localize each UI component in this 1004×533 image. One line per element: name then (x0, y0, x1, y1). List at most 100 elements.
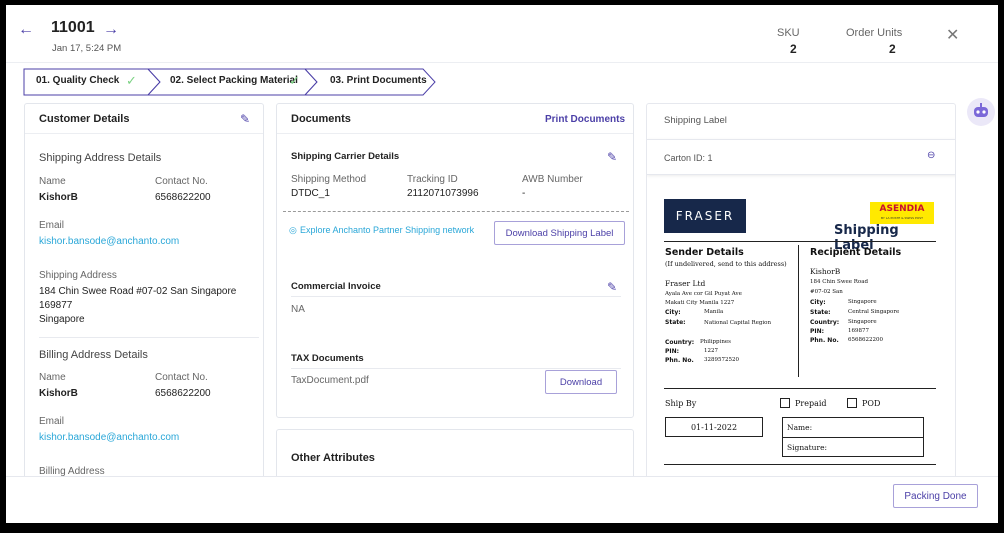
email-label: Email (39, 220, 65, 231)
shipping-address-label: Shipping Address (39, 270, 117, 281)
sign-box-rule (783, 437, 923, 438)
step-print-documents[interactable]: 03. Print Documents (330, 75, 427, 86)
sender-country-label: Country: (665, 339, 695, 346)
contact-label: Contact No. (155, 176, 208, 187)
recipient-phone-label: Phn. No. (810, 337, 839, 344)
checkmark-icon: ✓ (126, 73, 137, 88)
edit-icon[interactable]: ✎ (607, 280, 617, 294)
recipient-details-title: Recipient Details (810, 247, 902, 258)
tax-documents-title: TAX Documents (291, 353, 364, 364)
awb-number-value: - (522, 188, 526, 199)
recipient-city-label: City: (810, 299, 826, 306)
sender-name: Fraser Ltd (665, 279, 706, 288)
button-label: Download (559, 376, 603, 388)
recipient-phone: 6568622200 (848, 337, 883, 343)
explore-partner-link[interactable]: Explore Anchanto Partner Shipping networ… (300, 225, 474, 235)
collapse-icon[interactable]: ⊖ (927, 150, 935, 161)
carrier-section-title: Shipping Carrier Details (291, 151, 400, 162)
billing-contact: 6568622200 (155, 388, 211, 399)
packing-done-button[interactable]: Packing Done (893, 484, 978, 508)
ship-date: 01-11-2022 (690, 422, 738, 432)
receiver-sign-box: Name: Signature: (782, 417, 924, 457)
sender-city: Manila (704, 309, 724, 315)
sender-address-line-1: Ayala Ave cor Gil Puyat Ave (665, 291, 742, 297)
prepaid-label: Prepaid (795, 399, 827, 408)
commercial-invoice-title: Commercial Invoice (291, 281, 381, 292)
print-documents-link[interactable]: Print Documents (545, 114, 625, 125)
sender-state: National Capital Region (704, 320, 771, 326)
recipient-name: KishorB (810, 267, 841, 276)
sender-state-label: State: (665, 319, 686, 326)
shipping-method-value: DTDC_1 (291, 188, 330, 199)
recipient-country-label: Country: (810, 319, 840, 326)
shipping-label-preview: FRASER ASENDIA BY LA POSTE & SWISS POST … (664, 199, 939, 482)
documents-panel: Documents Print Documents Shipping Carri… (276, 103, 634, 418)
recipient-country: Singapore (848, 319, 877, 325)
progress-stepper: 01. Quality Check ✓ 02. Select Packing M… (23, 68, 443, 96)
pod-label: POD (862, 399, 881, 408)
billing-name-label: Name (39, 372, 66, 383)
dashed-divider (283, 211, 629, 212)
shipping-address-country: Singapore (39, 314, 85, 325)
order-header: ← 11001 → Jan 17, 5:24 PM SKU 2 Order Un… (6, 5, 998, 63)
order-id: 11001 (51, 19, 95, 36)
receiver-signature-field: Signature: (787, 443, 828, 452)
footer-bar: Packing Done (6, 476, 998, 523)
sku-value: 2 (790, 42, 797, 56)
back-arrow-icon[interactable]: ← (18, 21, 34, 39)
edit-icon[interactable]: ✎ (607, 150, 617, 164)
shipping-label-panel-title: Shipping Label (664, 115, 727, 126)
prepaid-checkbox[interactable] (780, 398, 790, 408)
customer-email-link[interactable]: kishor.bansode@anchanto.com (39, 236, 179, 247)
recipient-address-line-2: #07-02 San (810, 289, 843, 295)
label-rule (664, 241, 936, 242)
ship-by-label: Ship By (665, 399, 697, 408)
billing-email-label: Email (39, 416, 65, 427)
step-select-packing-material[interactable]: 02. Select Packing Material (170, 75, 298, 86)
ship-date-box: 01-11-2022 (665, 417, 763, 437)
fraser-logo: FRASER (664, 199, 746, 233)
sender-address-line-2: Makati City Manila 1227 (665, 300, 735, 306)
carton-id: Carton ID: 1 (664, 153, 713, 163)
checkmark-icon: ✓ (289, 73, 300, 88)
asendia-logo: ASENDIA BY LA POSTE & SWISS POST (870, 202, 934, 224)
billing-name: KishorB (39, 388, 78, 399)
receiver-name-field: Name: (787, 423, 813, 432)
sender-phone: 3289572520 (704, 357, 739, 363)
column-divider (798, 245, 799, 377)
recipient-state: Central Singapore (848, 309, 900, 315)
divider (291, 368, 621, 369)
other-attributes-title: Other Attributes (291, 452, 375, 464)
close-icon[interactable]: ✕ (946, 25, 959, 45)
button-label: Download Shipping Label (505, 227, 614, 239)
pod-checkbox[interactable] (847, 398, 857, 408)
label-rule (664, 464, 936, 465)
recipient-pin-label: PIN: (810, 328, 825, 335)
assistant-bot-icon[interactable] (966, 97, 996, 127)
next-arrow-icon[interactable]: → (103, 21, 119, 39)
divider (291, 296, 621, 297)
globe-icon: ◎ (289, 225, 297, 235)
billing-email-link[interactable]: kishor.bansode@anchanto.com (39, 432, 179, 443)
download-tax-document-button[interactable]: Download (545, 370, 617, 394)
shipping-address-line: 184 Chin Swee Road #07-02 San Singapore (39, 286, 237, 297)
panel-header: Documents Print Documents (277, 104, 633, 134)
panel-title: Customer Details (39, 113, 130, 125)
carton-row[interactable]: Carton ID: 1 ⊖ (647, 139, 955, 175)
panel-title: Documents (291, 113, 351, 125)
shipping-address-postal: 169877 (39, 300, 73, 311)
order-units-value: 2 (889, 42, 896, 56)
sender-details-title: Sender Details (665, 247, 744, 258)
recipient-address-line-1: 184 Chin Swee Road (810, 279, 869, 285)
label-rule (664, 388, 936, 389)
panel-header: Customer Details ✎ (25, 104, 263, 134)
awb-number-label: AWB Number (522, 174, 583, 185)
sender-pin: 1227 (704, 348, 718, 354)
edit-icon[interactable]: ✎ (240, 112, 250, 126)
customer-contact: 6568622200 (155, 192, 211, 203)
step-quality-check[interactable]: 01. Quality Check (36, 75, 119, 86)
asendia-logo-text: ASENDIA (879, 204, 925, 214)
download-shipping-label-button[interactable]: Download Shipping Label (494, 221, 625, 245)
customer-name: KishorB (39, 192, 78, 203)
tracking-id-value: 2112071073996 (407, 188, 479, 199)
